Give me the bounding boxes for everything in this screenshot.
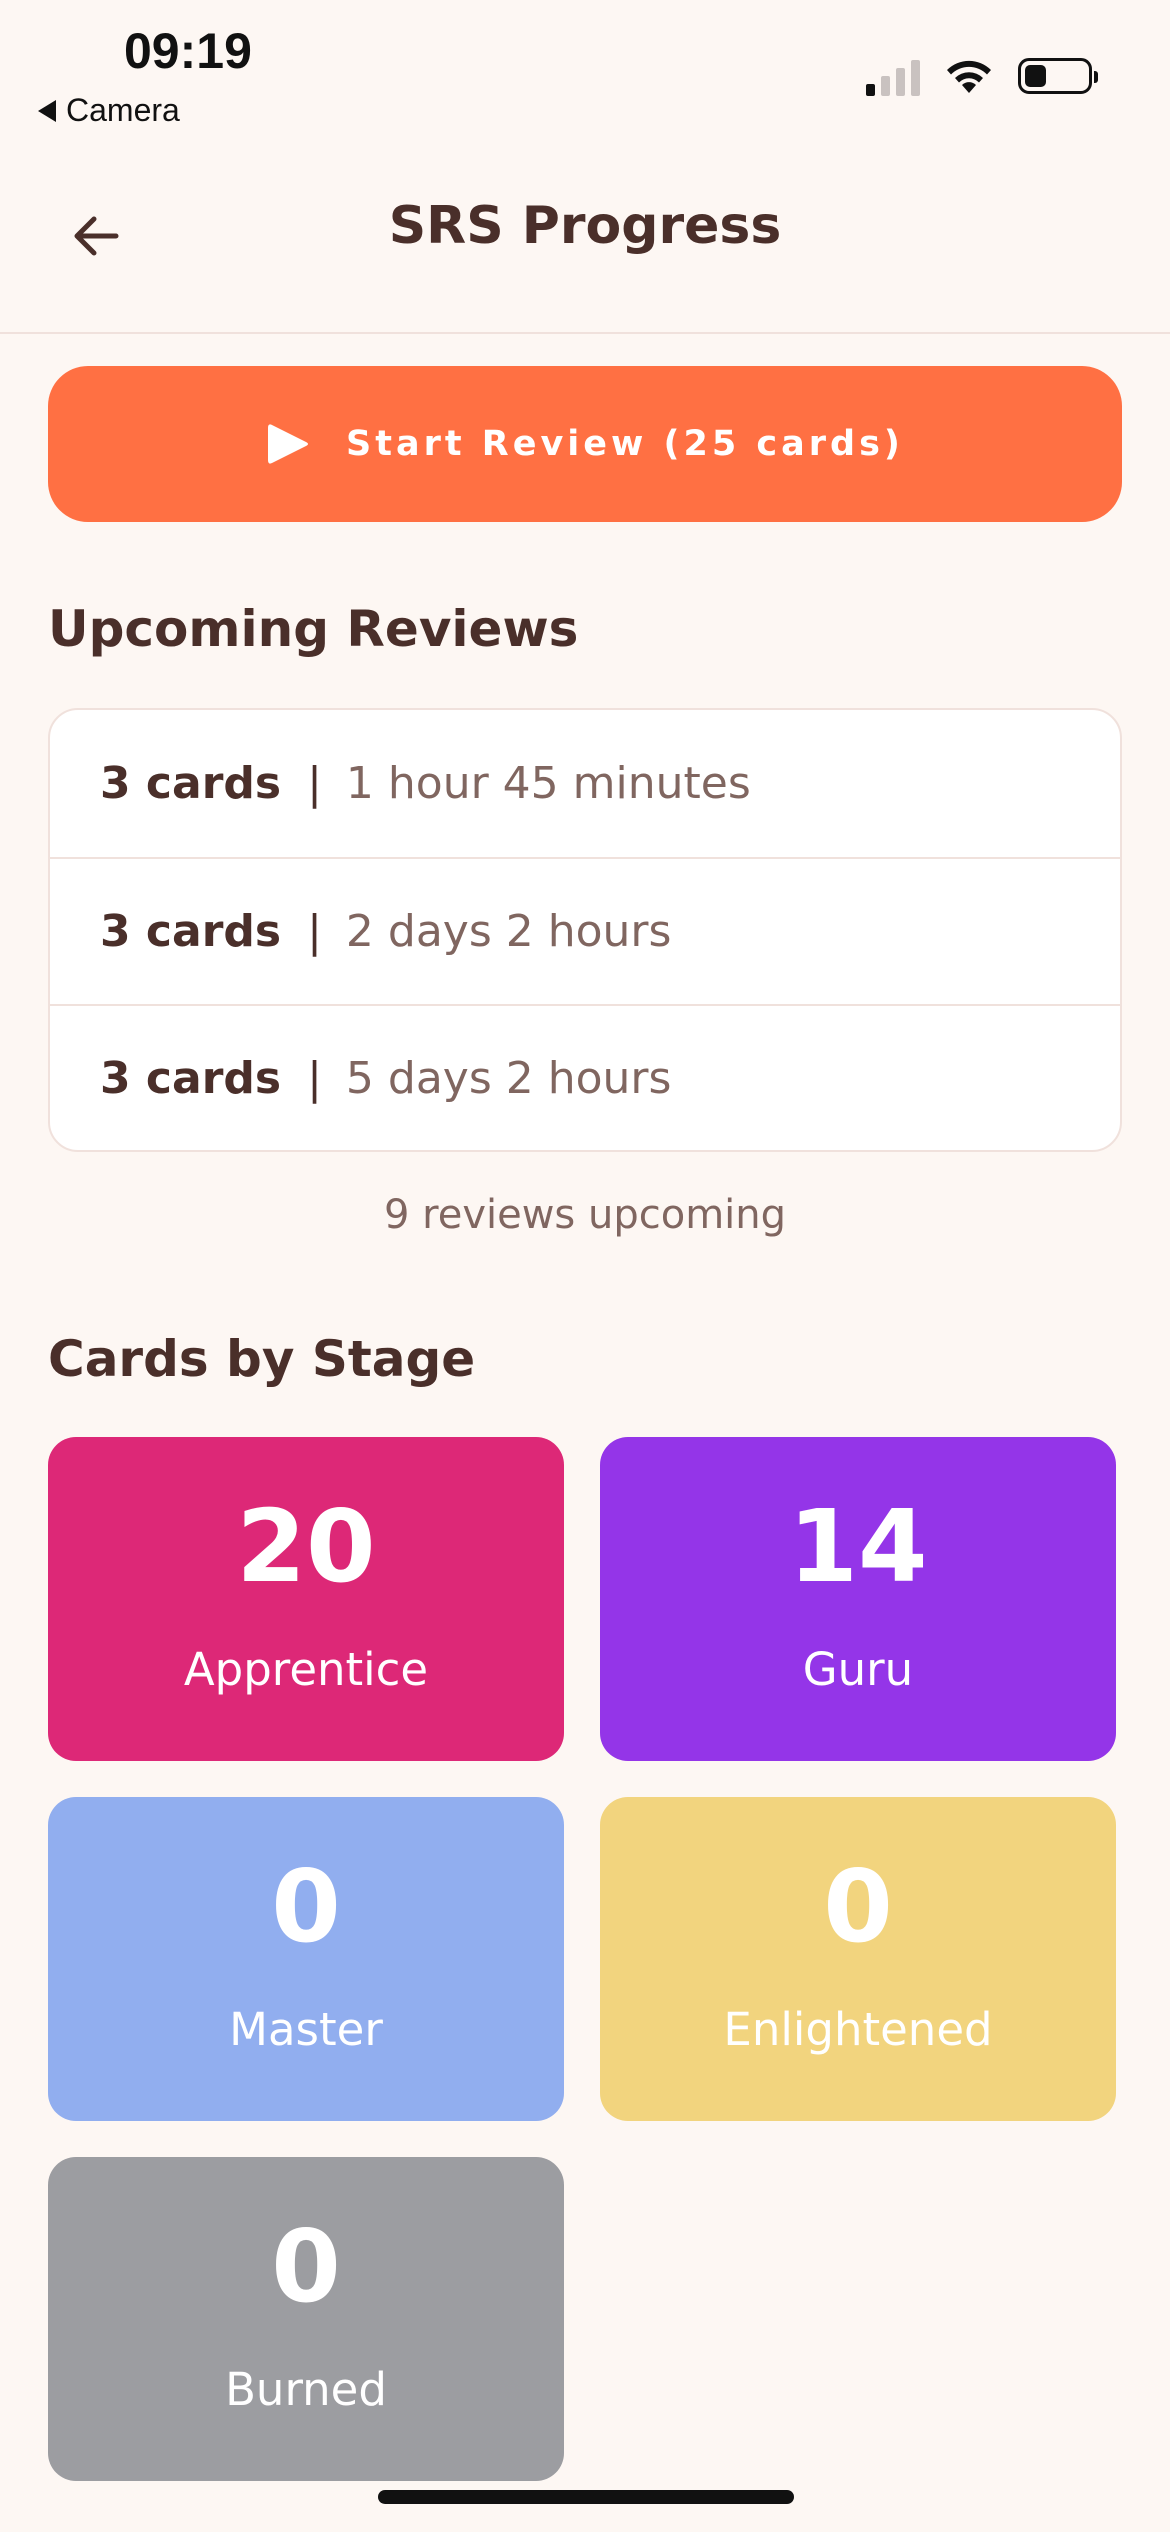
upcoming-reviews-heading: Upcoming Reviews [48, 600, 579, 658]
list-item: 3 cards | 1 hour 45 minutes [50, 710, 1120, 857]
wifi-icon [947, 60, 991, 93]
stage-label: Apprentice [183, 1643, 429, 1696]
separator: | [307, 906, 322, 957]
battery-level [1025, 65, 1046, 87]
stage-count: 0 [271, 2208, 341, 2325]
stage-tile-master[interactable]: 0 Master [48, 1797, 564, 2121]
review-count: 3 cards [100, 906, 282, 957]
review-time: 5 days 2 hours [345, 1053, 672, 1104]
back-to-app-link[interactable]: Camera [38, 92, 180, 129]
back-triangle-icon [38, 99, 56, 122]
play-icon [268, 424, 309, 464]
stage-count: 0 [271, 1848, 341, 1965]
battery-icon [1018, 58, 1098, 94]
stage-label: Guru [802, 1643, 914, 1696]
review-count: 3 cards [100, 1053, 282, 1104]
upcoming-summary: 9 reviews upcoming [383, 1192, 787, 1238]
stage-tile-guru[interactable]: 14 Guru [600, 1437, 1116, 1761]
review-count: 3 cards [100, 758, 282, 809]
start-review-button[interactable]: Start Review (25 cards) [48, 366, 1122, 522]
stage-count: 14 [788, 1488, 928, 1605]
status-indicators [866, 56, 1098, 96]
app-header: SRS Progress [0, 160, 1170, 334]
home-indicator [378, 2490, 794, 2504]
stage-tile-enlightened[interactable]: 0 Enlightened [600, 1797, 1116, 2121]
stage-count: 20 [236, 1488, 376, 1605]
back-app-label: Camera [66, 92, 180, 128]
list-item: 3 cards | 5 days 2 hours [50, 1004, 1120, 1150]
stage-label: Enlightened [723, 2003, 993, 2056]
list-item: 3 cards | 2 days 2 hours [50, 857, 1120, 1004]
review-time: 1 hour 45 minutes [345, 758, 751, 809]
start-review-label: Start Review (25 cards) [346, 424, 904, 464]
separator: | [307, 758, 322, 809]
stage-label: Master [229, 2003, 383, 2056]
separator: | [307, 1053, 322, 1104]
page-title: SRS Progress [388, 196, 782, 256]
review-time: 2 days 2 hours [345, 906, 672, 957]
stage-label: Burned [225, 2363, 387, 2416]
status-time: 09:19 [124, 23, 252, 79]
cards-by-stage-heading: Cards by Stage [48, 1330, 476, 1388]
stage-tile-apprentice[interactable]: 20 Apprentice [48, 1437, 564, 1761]
cellular-signal-icon [866, 56, 920, 96]
stage-count: 0 [823, 1848, 893, 1965]
stage-tile-burned[interactable]: 0 Burned [48, 2157, 564, 2481]
upcoming-reviews-list: 3 cards | 1 hour 45 minutes 3 cards | 2 … [48, 708, 1122, 1152]
